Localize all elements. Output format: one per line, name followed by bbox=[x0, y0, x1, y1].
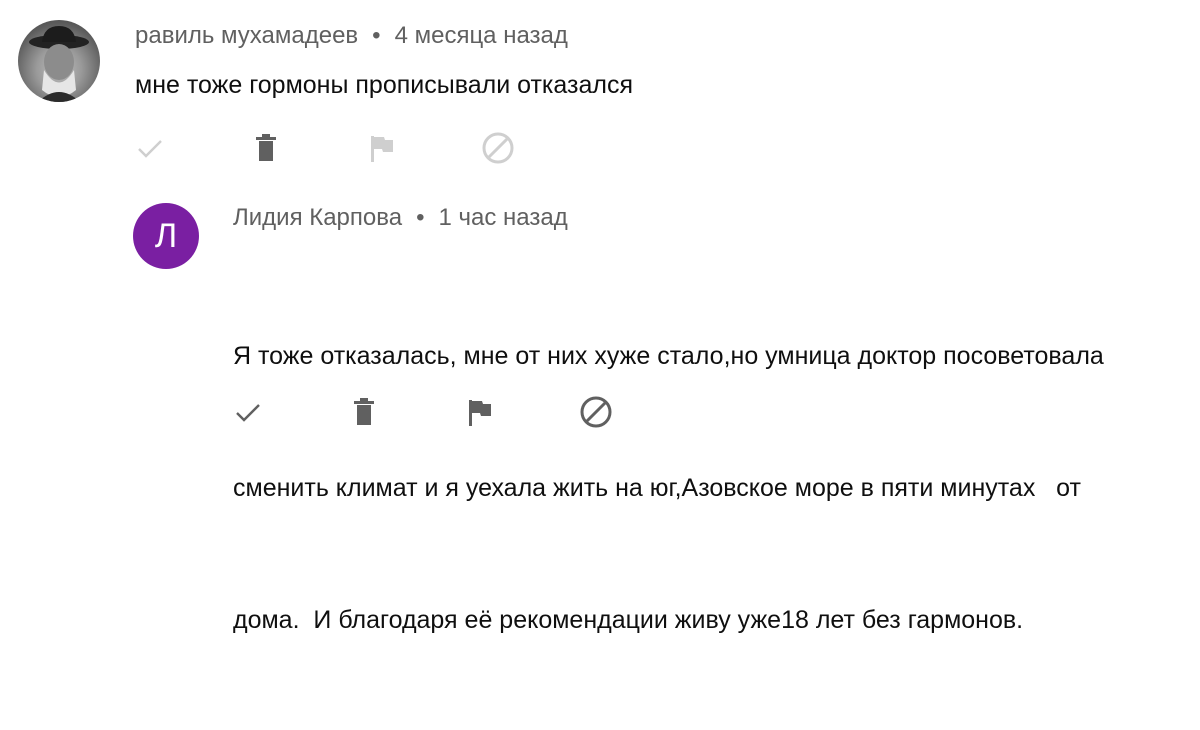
comment-meta: Лидия Карпова • 1 час назад bbox=[233, 204, 568, 232]
report-button[interactable] bbox=[364, 130, 400, 166]
comment-text-line: дома. И благодаря её рекомендации живу у… bbox=[233, 606, 1024, 634]
comment-text-line: Я тоже отказалась, мне от них хуже стало… bbox=[233, 342, 1104, 370]
check-icon bbox=[236, 404, 260, 422]
approve-button[interactable] bbox=[230, 394, 266, 430]
meta-separator: • bbox=[416, 204, 425, 231]
hide-user-button[interactable] bbox=[480, 130, 516, 166]
flag-icon bbox=[371, 136, 393, 162]
comment-meta: равиль мухамадеев • 4 месяца назад bbox=[135, 22, 568, 50]
avatar-photo-icon bbox=[29, 26, 89, 102]
block-icon bbox=[580, 396, 612, 428]
delete-button[interactable] bbox=[346, 394, 382, 430]
trash-icon bbox=[354, 398, 374, 425]
author-name[interactable]: Лидия Карпова bbox=[233, 204, 402, 231]
author-name[interactable]: равиль мухамадеев bbox=[135, 22, 358, 49]
comment-actions bbox=[132, 130, 516, 166]
comment-text-line: сменить климат и я уехала жить на юг,Азо… bbox=[233, 474, 1081, 502]
flag-icon bbox=[469, 400, 491, 426]
comment-time[interactable]: 4 месяца назад bbox=[395, 22, 568, 49]
delete-button[interactable] bbox=[248, 130, 284, 166]
hide-user-button[interactable] bbox=[578, 394, 614, 430]
avatar-letter: Л bbox=[154, 216, 178, 255]
comment-text: мне тоже гормоны прописывали отказался bbox=[135, 71, 634, 99]
approve-button[interactable] bbox=[132, 130, 168, 166]
check-icon bbox=[138, 140, 162, 158]
comment-text: Я тоже отказалась, мне от них хуже стало… bbox=[233, 246, 1104, 730]
report-button[interactable] bbox=[462, 394, 498, 430]
block-icon bbox=[482, 132, 514, 164]
avatar[interactable] bbox=[18, 20, 100, 102]
trash-icon bbox=[256, 134, 276, 161]
comment-time[interactable]: 1 час назад bbox=[438, 204, 567, 231]
meta-separator: • bbox=[372, 22, 381, 49]
avatar[interactable]: Л bbox=[133, 203, 199, 269]
comment-actions bbox=[230, 394, 614, 430]
